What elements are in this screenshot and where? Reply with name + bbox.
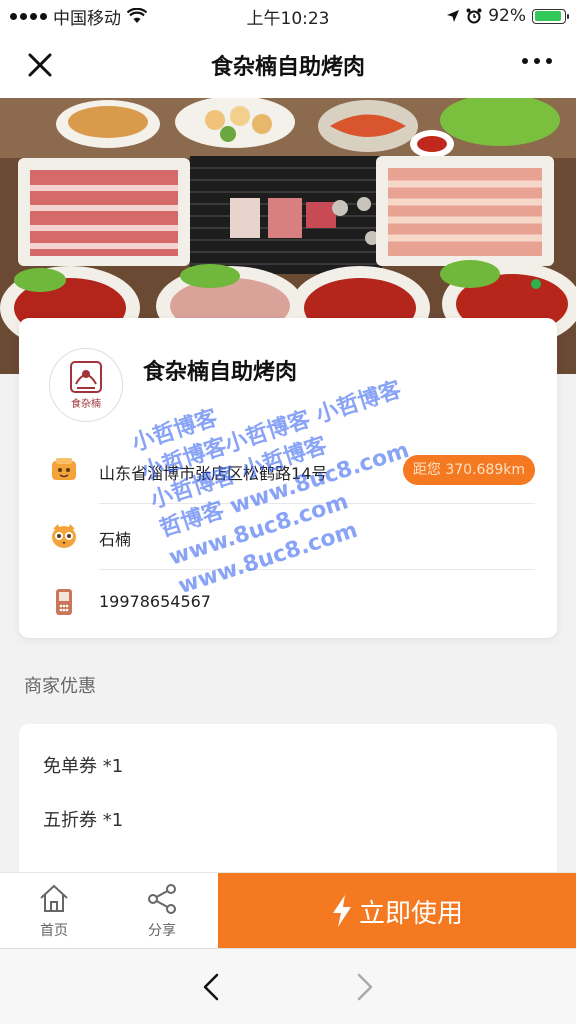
store-info-card: 食杂楠 食杂楠自助烤肉 山东省淄博市张店区松鹤路14号 距您 370.689km… (19, 318, 557, 638)
address-row[interactable]: 山东省淄博市张店区松鹤路14号 距您 370.689km (19, 438, 557, 504)
discount-card: 免单券 *1 五折券 *1 (19, 724, 557, 884)
use-now-label: 立即使用 (358, 898, 463, 929)
share-button[interactable]: 分享 (108, 873, 216, 949)
home-button[interactable]: 首页 (0, 873, 108, 949)
alarm-icon (466, 8, 482, 24)
phone-icon (56, 589, 72, 615)
close-icon[interactable] (24, 49, 56, 81)
address-text: 山东省淄博市张店区松鹤路14号 (99, 464, 328, 483)
status-right: 92% (446, 6, 569, 26)
logo-text: 食杂楠 (71, 399, 101, 410)
contact-icon (52, 524, 76, 548)
coupon-item: 五折券 *1 (43, 810, 124, 831)
lightning-icon (332, 895, 351, 927)
store-logo: 食杂楠 (49, 348, 123, 422)
battery-percent: 92% (488, 6, 526, 26)
status-left: 中国移动 (10, 4, 147, 29)
home-icon (40, 884, 68, 912)
signal-icon (10, 12, 47, 20)
carrier-name: 中国移动 (53, 8, 121, 29)
page-title: 食杂楠自助烤肉 (210, 55, 365, 80)
discount-section-title: 商家优惠 (24, 676, 96, 697)
nav-bar: 食杂楠自助烤肉 (0, 32, 576, 98)
wifi-icon (127, 8, 147, 23)
contact-row: 石楠 (19, 504, 557, 570)
share-label: 分享 (148, 923, 176, 939)
address-icon (52, 458, 76, 480)
forward-icon[interactable] (346, 969, 382, 1005)
store-name: 食杂楠自助烤肉 (143, 360, 298, 385)
share-icon (148, 884, 176, 914)
contact-name: 石楠 (99, 530, 132, 549)
location-arrow-icon (447, 10, 460, 22)
phone-row[interactable]: 19978654567 (19, 570, 557, 636)
status-bar: 中国移动 上午10:23 92% (0, 0, 576, 32)
home-label: 首页 (40, 923, 68, 939)
distance-badge: 距您 370.689km (402, 455, 535, 485)
coupon-item: 免单券 *1 (43, 756, 124, 777)
bottom-action-bar: 首页 分享 立即使用 (0, 872, 576, 949)
phone-number: 19978654567 (99, 592, 211, 611)
more-icon[interactable] (522, 58, 552, 64)
use-now-button[interactable]: 立即使用 (218, 873, 576, 949)
battery-icon (532, 8, 569, 24)
logo-emblem-icon (70, 361, 102, 393)
battery-fill (534, 11, 562, 21)
back-icon[interactable] (194, 969, 230, 1005)
browser-nav-bar (0, 948, 576, 1024)
